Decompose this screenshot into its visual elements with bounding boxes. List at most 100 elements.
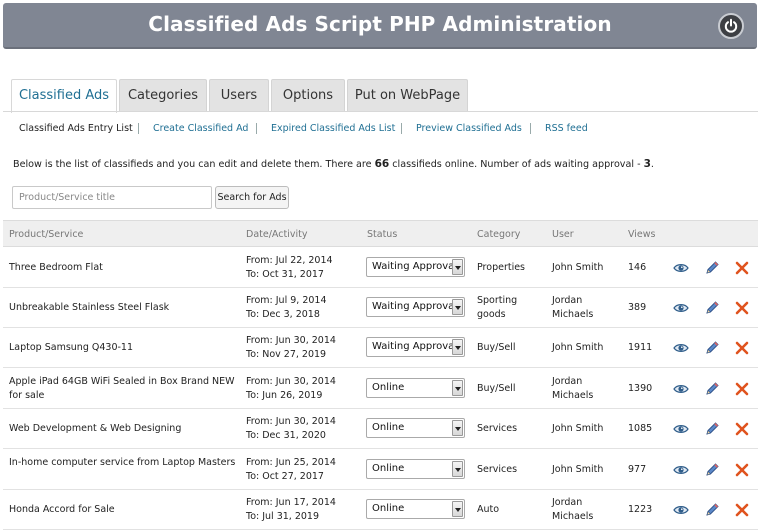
status-value: Online — [372, 463, 405, 474]
eye-icon[interactable] — [673, 421, 689, 437]
delete-x-icon[interactable] — [734, 462, 750, 478]
ad-views: 1911 — [628, 342, 653, 353]
date-to: To: Oct 31, 2017 — [246, 268, 324, 280]
chevron-down-icon[interactable] — [452, 339, 463, 355]
search-button[interactable]: Search for Ads — [215, 186, 289, 209]
eye-icon[interactable] — [673, 260, 689, 276]
status-select[interactable]: Online — [366, 499, 465, 519]
tab-categories[interactable]: Categories — [119, 79, 207, 112]
ad-views: 389 — [628, 302, 647, 313]
header-user[interactable]: User — [552, 229, 574, 240]
subnav-preview[interactable]: Preview Classified Ads — [416, 123, 522, 134]
subnav-rss-feed[interactable]: RSS feed — [545, 123, 588, 134]
subnav-create-ad[interactable]: Create Classified Ad — [153, 123, 248, 134]
eye-icon[interactable] — [673, 300, 689, 316]
eye-icon[interactable] — [673, 340, 689, 356]
ad-user: John Smith — [552, 342, 604, 353]
waiting-count: 3 — [643, 158, 651, 170]
delete-x-icon[interactable] — [734, 340, 750, 356]
eye-icon[interactable] — [673, 462, 689, 478]
status-select[interactable]: Online — [366, 378, 465, 398]
chevron-down-icon[interactable] — [452, 299, 463, 315]
ad-dates: From: Jun 30, 2014 To: Nov 27, 2019 — [246, 334, 356, 361]
status-select[interactable]: Online — [366, 459, 465, 479]
eye-icon[interactable] — [673, 381, 689, 397]
date-to: To: Jun 26, 2019 — [246, 389, 323, 401]
ad-title: Apple iPad 64GB WiFi Sealed in Box Brand… — [9, 376, 235, 401]
pencil-icon[interactable] — [704, 421, 720, 437]
status-value: Online — [372, 382, 405, 393]
table-row: Laptop Samsung Q430-11 From: Jun 30, 2014… — [3, 328, 758, 368]
pencil-icon[interactable] — [704, 340, 720, 356]
header-date[interactable]: Date/Activity — [246, 229, 307, 240]
date-to: To: Dec 3, 2018 — [246, 308, 320, 320]
ad-category: Services — [477, 423, 518, 434]
summary-suffix: . — [650, 159, 654, 170]
date-to: To: Oct 27, 2017 — [246, 470, 324, 482]
ad-category: Properties — [477, 262, 526, 273]
ad-dates: From: Jul 22, 2014 To: Oct 31, 2017 — [246, 254, 356, 281]
pencil-icon[interactable] — [704, 462, 720, 478]
table-row: Unbreakable Stainless Steel Flask From: J… — [3, 288, 758, 328]
tab-classified-ads[interactable]: Classified Ads — [11, 79, 117, 113]
chevron-down-icon[interactable] — [452, 501, 463, 517]
date-to: To: Jul 31, 2019 — [246, 510, 320, 522]
ad-user: John Smith — [552, 423, 604, 434]
table-row: Three Bedroom Flat From: Jul 22, 2014 To: … — [3, 248, 758, 288]
subnav-entry-list[interactable]: Classified Ads Entry List — [19, 123, 133, 134]
ad-title: Unbreakable Stainless Steel Flask — [9, 302, 170, 313]
header-category[interactable]: Category — [477, 229, 520, 240]
page-title: Classified Ads Script PHP Administration — [148, 12, 612, 36]
chevron-down-icon[interactable] — [452, 420, 463, 436]
search-input[interactable] — [12, 186, 212, 209]
pencil-icon[interactable] — [704, 502, 720, 518]
header-product[interactable]: Product/Service — [9, 229, 83, 240]
tab-put-on-webpage[interactable]: Put on WebPage — [347, 79, 468, 112]
delete-x-icon[interactable] — [734, 421, 750, 437]
ad-user: Jordan Michaels — [552, 295, 594, 320]
eye-icon[interactable] — [673, 502, 689, 518]
table-row: Honda Accord for Sale From: Jun 17, 2014 T… — [3, 490, 758, 530]
power-icon — [724, 18, 738, 33]
tab-users[interactable]: Users — [209, 79, 269, 112]
status-value: Online — [372, 422, 405, 433]
status-select[interactable]: Waiting Approval — [366, 257, 465, 277]
ad-category: Buy/Sell — [477, 342, 516, 353]
chevron-down-icon[interactable] — [452, 259, 463, 275]
chevron-down-icon[interactable] — [452, 380, 463, 396]
tab-options[interactable]: Options — [271, 79, 345, 112]
table-row: In-home computer service from Laptop Mas… — [3, 450, 758, 490]
subnav-divider — [256, 123, 257, 134]
chevron-down-icon[interactable] — [452, 461, 463, 477]
status-value: Waiting Approval — [372, 301, 458, 312]
delete-x-icon[interactable] — [734, 300, 750, 316]
pencil-icon[interactable] — [704, 381, 720, 397]
date-to: To: Dec 31, 2020 — [246, 429, 326, 441]
delete-x-icon[interactable] — [734, 502, 750, 518]
pencil-icon[interactable] — [704, 300, 720, 316]
status-select[interactable]: Waiting Approval — [366, 337, 465, 357]
subnav-divider — [401, 123, 402, 134]
ad-title: Honda Accord for Sale — [9, 504, 115, 515]
header-views[interactable]: Views — [628, 229, 656, 240]
ad-category: Auto — [477, 504, 500, 515]
subnav-expired-list[interactable]: Expired Classified Ads List — [271, 123, 395, 134]
pencil-icon[interactable] — [704, 260, 720, 276]
ad-title: Three Bedroom Flat — [9, 262, 103, 273]
status-select[interactable]: Online — [366, 418, 465, 438]
date-from: From: Jul 22, 2014 — [246, 255, 333, 266]
app-header: Classified Ads Script PHP Administration — [3, 3, 757, 49]
logout-button[interactable] — [718, 13, 744, 39]
status-select[interactable]: Waiting Approval — [366, 297, 465, 317]
ad-dates: From: Jun 25, 2014 To: Oct 27, 2017 — [246, 456, 356, 483]
ad-views: 146 — [628, 262, 647, 273]
date-from: From: Jun 25, 2014 — [246, 457, 336, 468]
ad-category: Sporting goods — [477, 295, 518, 320]
delete-x-icon[interactable] — [734, 260, 750, 276]
date-from: From: Jul 9, 2014 — [246, 295, 327, 306]
ad-views: 1085 — [628, 423, 653, 434]
header-status[interactable]: Status — [367, 229, 397, 240]
ad-category: Services — [477, 464, 518, 475]
delete-x-icon[interactable] — [734, 381, 750, 397]
ad-title: In-home computer service from Laptop Mas… — [9, 457, 236, 468]
